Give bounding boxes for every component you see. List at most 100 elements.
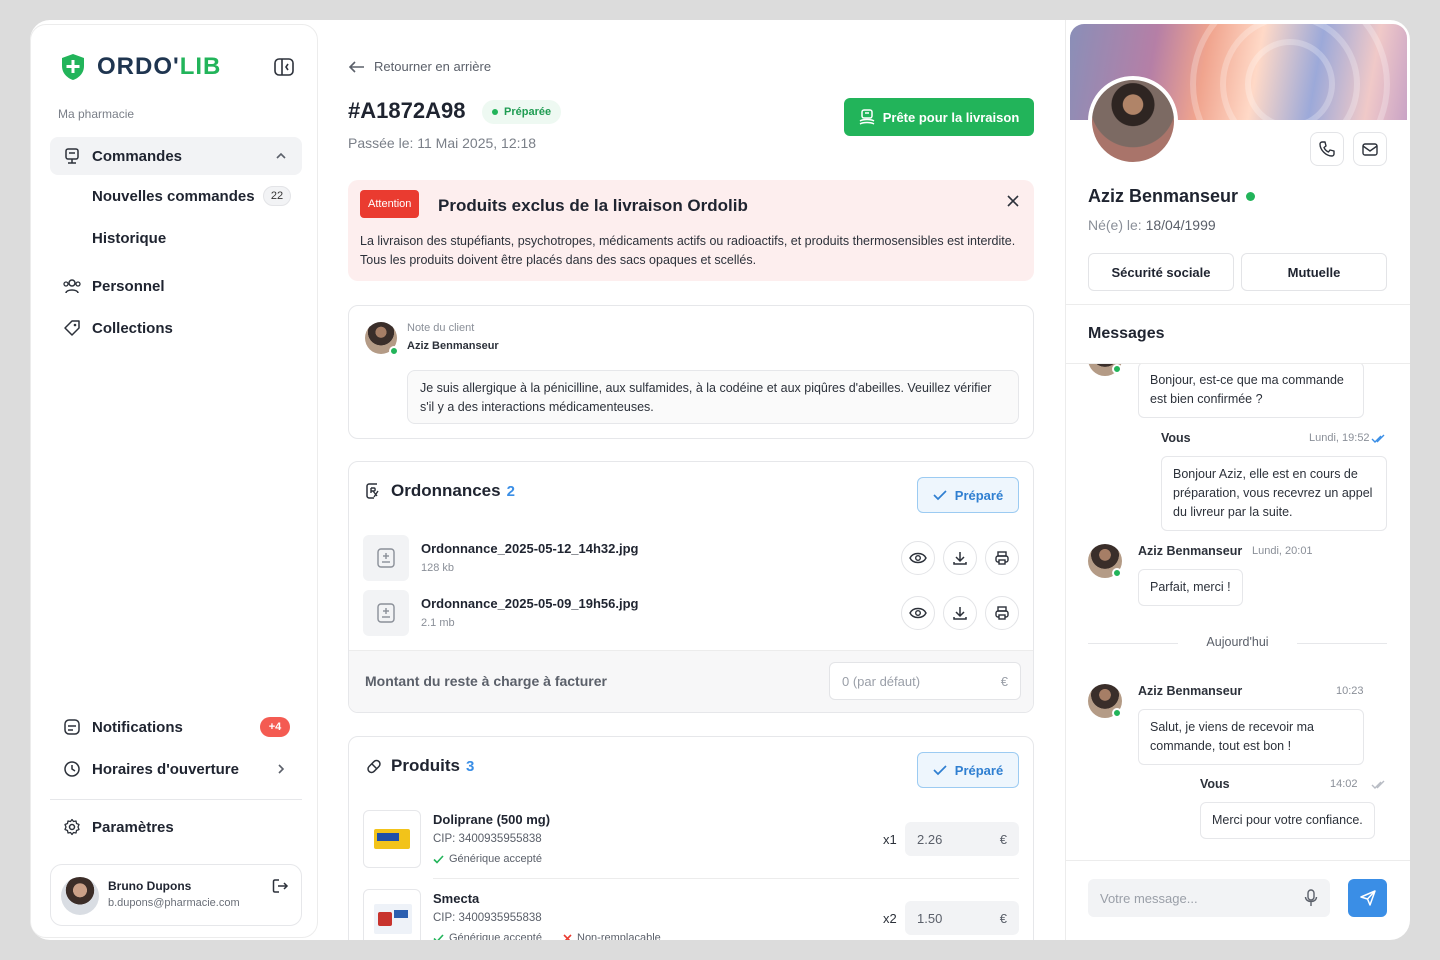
message-placeholder: Votre message... bbox=[1100, 890, 1198, 906]
prescriptions-card: Ordonnances 2 Préparé Ordonnance_2025-05-… bbox=[348, 461, 1034, 713]
logo[interactable]: ORDO'LIB bbox=[61, 53, 221, 81]
product-name: Doliprane (500 mg) bbox=[433, 812, 551, 827]
delivery-alert: Attention Produits exclus de la livraiso… bbox=[348, 180, 1034, 281]
price-value: 2.26 bbox=[917, 831, 943, 847]
send-button[interactable] bbox=[1348, 879, 1387, 917]
phone-icon bbox=[1319, 141, 1335, 157]
online-indicator bbox=[1246, 192, 1256, 201]
download-button[interactable] bbox=[943, 541, 977, 575]
send-icon bbox=[1359, 890, 1376, 906]
file-thumbnail bbox=[363, 590, 409, 636]
amount-placeholder: 0 (par défaut) bbox=[842, 673, 921, 689]
euro-icon: € bbox=[999, 910, 1007, 926]
tag-icon bbox=[62, 318, 82, 338]
logo-text: ORDO'LIB bbox=[97, 53, 222, 80]
euro-icon: € bbox=[999, 831, 1007, 847]
sidebar-item-notifications[interactable]: Notifications +4 bbox=[50, 708, 302, 746]
message-author: Aziz Benmanseur bbox=[1138, 684, 1243, 698]
social-security-button[interactable]: Sécurité sociale bbox=[1088, 253, 1234, 291]
file-name[interactable]: Ordonnance_2025-05-12_14h32.jpg bbox=[421, 541, 639, 556]
users-icon bbox=[62, 276, 82, 296]
sidebar-item-history[interactable]: Historique bbox=[92, 230, 166, 247]
file-row: Ordonnance_2025-05-12_14h32.jpg 128 kb bbox=[363, 535, 1019, 581]
notification-icon bbox=[62, 717, 82, 737]
sidebar-item-orders[interactable]: Commandes bbox=[50, 137, 302, 175]
user-name: Bruno Dupons bbox=[108, 879, 192, 893]
mutual-insurance-button[interactable]: Mutuelle bbox=[1241, 253, 1387, 291]
order-id: #A1872A98 bbox=[348, 98, 466, 123]
notifications-badge: +4 bbox=[260, 717, 290, 737]
product-cip: CIP: 3400935955838 bbox=[433, 912, 542, 924]
order-detail: Retourner en arrière #A1872A98 Préparée … bbox=[348, 20, 1036, 940]
double-check-icon bbox=[1371, 780, 1385, 789]
status-dot bbox=[492, 109, 498, 115]
product-price[interactable]: 1.50 € bbox=[905, 901, 1019, 935]
sidebar-item-new-orders[interactable]: Nouvelles commandes bbox=[92, 188, 255, 205]
sidebar-item-label: Collections bbox=[92, 319, 173, 337]
sidebar-toggle-icon[interactable] bbox=[273, 56, 295, 78]
view-button[interactable] bbox=[901, 541, 935, 575]
message-author: Aziz Benmanseur bbox=[1138, 544, 1243, 558]
pill-icon bbox=[367, 759, 381, 774]
print-button[interactable] bbox=[985, 541, 1019, 575]
products-prepared-button[interactable]: Préparé bbox=[917, 752, 1019, 788]
patient-name: Aziz Benmanseur bbox=[1088, 186, 1256, 207]
gear-icon bbox=[62, 817, 82, 837]
user-email: b.dupons@pharmacie.com bbox=[108, 897, 240, 909]
client-note-card: Note du client Aziz Benmanseur Je suis a… bbox=[348, 305, 1034, 439]
ready-for-delivery-button[interactable]: Prête pour la livraison bbox=[844, 98, 1034, 136]
email-button[interactable] bbox=[1353, 132, 1387, 166]
avatar bbox=[1088, 76, 1178, 166]
message-time: 14:02 bbox=[1330, 778, 1358, 790]
sidebar-item-label: Paramètres bbox=[92, 818, 174, 836]
file-thumbnail bbox=[363, 535, 409, 581]
mail-icon bbox=[1362, 143, 1378, 156]
clock-icon bbox=[62, 759, 82, 779]
product-cip: CIP: 3400935955838 bbox=[433, 833, 542, 845]
download-icon bbox=[953, 607, 967, 620]
sidebar-item-staff[interactable]: Personnel bbox=[50, 267, 302, 305]
messages-title: Messages bbox=[1088, 325, 1165, 342]
message-bubble: Bonjour Aziz, elle est en cours de prépa… bbox=[1161, 456, 1387, 531]
generic-accepted: Générique accepté bbox=[433, 853, 542, 865]
product-price[interactable]: 2.26 € bbox=[905, 822, 1019, 856]
avatar bbox=[61, 877, 99, 915]
message-author: Vous bbox=[1161, 431, 1191, 445]
sidebar-item-collections[interactable]: Collections bbox=[50, 309, 302, 347]
prescriptions-title: Ordonnances 2 bbox=[391, 481, 515, 500]
ready-button-label: Prête pour la livraison bbox=[882, 109, 1020, 125]
generic-accepted: Générique accepté bbox=[433, 932, 542, 940]
printer-icon bbox=[995, 551, 1009, 565]
online-indicator bbox=[1112, 708, 1122, 718]
day-label: Aujourd'hui bbox=[1206, 635, 1269, 649]
close-icon[interactable] bbox=[1006, 194, 1020, 208]
call-button[interactable] bbox=[1310, 132, 1344, 166]
chevron-right-icon bbox=[278, 764, 285, 774]
message-bubble: Bonjour, est-ce que ma commande est bien… bbox=[1138, 364, 1364, 418]
message-time: 10:23 bbox=[1336, 685, 1364, 697]
chevron-up-icon[interactable] bbox=[274, 149, 288, 163]
print-button[interactable] bbox=[985, 596, 1019, 630]
sidebar-item-opening-hours[interactable]: Horaires d'ouverture bbox=[50, 750, 302, 788]
download-button[interactable] bbox=[943, 596, 977, 630]
product-image bbox=[363, 889, 421, 940]
message-author: Vous bbox=[1200, 777, 1230, 791]
file-size: 2.1 mb bbox=[421, 617, 455, 629]
user-card[interactable]: Bruno Dupons b.dupons@pharmacie.com bbox=[50, 864, 302, 926]
patient-panel: Aziz Benmanseur Né(e) le: 18/04/1999 Séc… bbox=[1065, 20, 1410, 940]
messages-list[interactable]: Bonjour, est-ce que ma commande est bien… bbox=[1066, 364, 1410, 860]
alert-tag: Attention bbox=[360, 190, 420, 218]
message-input[interactable]: Votre message... bbox=[1088, 879, 1330, 917]
microphone-icon[interactable] bbox=[1304, 889, 1318, 907]
view-button[interactable] bbox=[901, 596, 935, 630]
sidebar-item-settings[interactable]: Paramètres bbox=[50, 808, 302, 846]
back-link[interactable]: Retourner en arrière bbox=[348, 59, 491, 74]
printer-icon bbox=[995, 606, 1009, 620]
file-name[interactable]: Ordonnance_2025-05-09_19h56.jpg bbox=[421, 596, 639, 611]
amount-input[interactable]: 0 (par défaut) € bbox=[829, 662, 1021, 700]
prescriptions-prepared-button[interactable]: Préparé bbox=[917, 477, 1019, 513]
product-row: Smecta CIP: 3400935955838 Générique acce… bbox=[363, 889, 1019, 940]
divider bbox=[1066, 860, 1410, 861]
delivery-icon bbox=[859, 109, 875, 125]
logout-icon[interactable] bbox=[271, 877, 289, 895]
